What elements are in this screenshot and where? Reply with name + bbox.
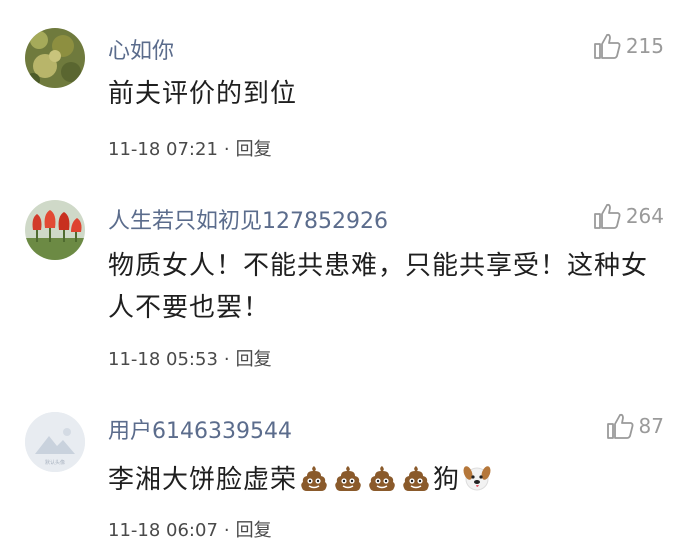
thumbs-up-icon (606, 413, 634, 439)
poop-icon (403, 466, 429, 491)
poop-icon (335, 466, 361, 491)
like-button[interactable]: 87 (605, 412, 664, 440)
avatar[interactable] (25, 200, 85, 260)
comment-text-suffix: 狗 (433, 465, 461, 495)
like-button[interactable]: 264 (592, 202, 664, 230)
like-button[interactable]: 215 (592, 32, 664, 60)
comment-item: 人生若只如初见127852926 物质女人！不能共患难，只能共享受！这种女人不要… (0, 185, 700, 375)
avatar[interactable] (25, 28, 85, 88)
reply-link[interactable]: 回复 (236, 349, 272, 370)
comment-item: 默认头像 用户6146339544 李湘大饼脸虚荣 狗 11-18 06:07 · 回… (0, 375, 700, 560)
thumbs-up-icon (593, 33, 621, 59)
comment-text: 李湘大饼脸虚荣 狗 (108, 459, 668, 501)
comment-text: 物质女人！不能共患难，只能共享受！这种女人不要也罢！ (108, 251, 649, 323)
comment-item: 心如你 前夫评价的到位 11-18 07:21 · 回复 215 (0, 0, 700, 185)
like-count: 87 (638, 414, 664, 438)
username[interactable]: 心如你 (108, 33, 174, 65)
timestamp: 11-18 05:53 (108, 349, 218, 370)
reply-link[interactable]: 回复 (236, 139, 272, 160)
separator-dot: · (223, 520, 230, 541)
comment-text-main: 李湘大饼脸虚荣 (108, 465, 298, 495)
timestamp: 11-18 07:21 (108, 139, 218, 160)
poop-icon (301, 466, 327, 491)
svg-text:默认头像: 默认头像 (45, 459, 65, 466)
comment-text: 前夫评价的到位 (108, 79, 298, 109)
like-count: 215 (625, 34, 664, 58)
username[interactable]: 人生若只如初见127852926 (108, 203, 388, 235)
comment-meta: 11-18 06:07 · 回复 (108, 516, 272, 542)
username[interactable]: 用户6146339544 (108, 413, 292, 445)
reply-link[interactable]: 回复 (236, 520, 272, 541)
timestamp: 11-18 06:07 (108, 520, 218, 541)
comment-meta: 11-18 05:53 · 回复 (108, 345, 272, 371)
poop-icon (369, 466, 395, 491)
separator-dot: · (223, 349, 230, 370)
comment-meta: 11-18 07:21 · 回复 (108, 135, 272, 161)
like-count: 264 (625, 204, 664, 228)
avatar[interactable]: 默认头像 (25, 412, 85, 472)
separator-dot: · (223, 139, 230, 160)
dog-face-icon (463, 466, 491, 491)
thumbs-up-icon (593, 203, 621, 229)
